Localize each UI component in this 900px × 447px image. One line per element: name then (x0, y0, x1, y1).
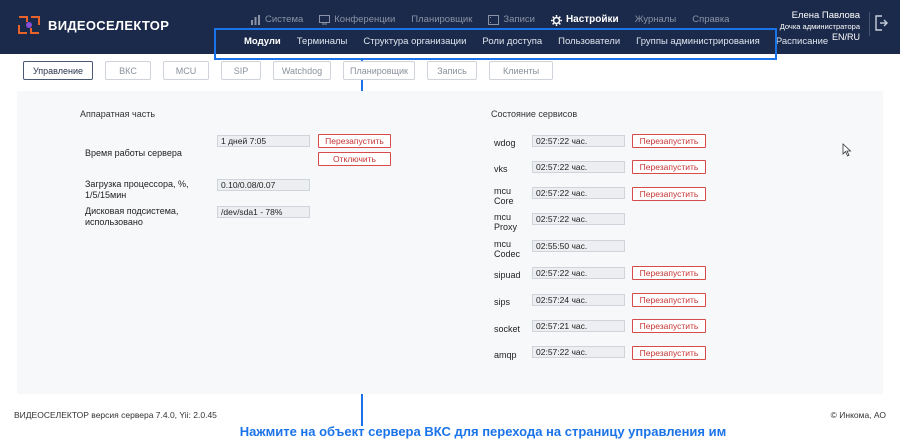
nav-item-label: Планировщик (411, 14, 473, 25)
nav-item-label: Система (265, 14, 304, 25)
service-restart-button[interactable]: Перезапустить (632, 134, 706, 148)
server-disable-button[interactable]: Отключить (318, 152, 391, 166)
service-restart-button[interactable]: Перезапустить (632, 160, 706, 174)
logo-mark-icon (16, 12, 42, 38)
hardware-section-title: Аппаратная часть (80, 109, 156, 119)
service-name: amqp (494, 350, 517, 360)
service-uptime: 02:57:22 час. (532, 161, 625, 173)
service-uptime: 02:57:21 час. (532, 320, 625, 332)
service-uptime: 02:57:22 час. (532, 213, 625, 225)
highlight-frame (214, 28, 777, 60)
logout-icon[interactable] (874, 14, 888, 32)
user-name[interactable]: Елена Павлова (780, 10, 860, 21)
divider (869, 12, 870, 36)
service-restart-button[interactable]: Перезапустить (632, 319, 706, 333)
logo[interactable]: ВИДЕОСЕЛЕКТОР (16, 12, 169, 38)
logo-text: ВИДЕОСЕЛЕКТОР (48, 17, 170, 33)
gear-icon (550, 14, 562, 26)
instruction-caption: Нажмите на объект сервера ВКС для перехо… (239, 424, 727, 439)
nav-item-journals[interactable]: Журналы (635, 14, 677, 25)
cpu-value: 0.10/0.08/0.07 (217, 179, 310, 191)
service-uptime: 02:57:22 час. (532, 267, 625, 279)
module-tabs: Управление ВКС MCU SIP Watchdog Планиров… (23, 61, 565, 80)
tab-recording[interactable]: Запись (427, 61, 477, 80)
footer-version: ВИДЕОСЕЛЕКТОР версия сервера 7.4.0, Yii:… (14, 410, 217, 420)
nav-item-records[interactable]: Записи (488, 14, 535, 25)
service-uptime: 02:55:50 час. (532, 240, 625, 252)
service-name: mcu Core (494, 186, 514, 206)
service-restart-button[interactable]: Перезапустить (632, 346, 706, 360)
nav-item-help[interactable]: Справка (692, 14, 729, 25)
nav-item-conferences[interactable]: Конференции (319, 14, 395, 25)
mouse-cursor-icon (842, 143, 852, 157)
monitor-icon (319, 14, 331, 25)
service-name: mcu Codec (494, 239, 521, 259)
subnav-item-schedule[interactable]: Расписание (776, 36, 828, 47)
uptime-label: Время работы сервера (85, 148, 182, 158)
nav-item-label: Настройки (565, 14, 619, 25)
service-uptime: 02:57:22 час. (532, 135, 625, 147)
nav-item-settings[interactable]: Настройки (550, 14, 619, 26)
service-name: sipuad (494, 270, 521, 280)
tab-mcu[interactable]: MCU (163, 61, 209, 80)
service-name: socket (494, 324, 521, 334)
user-role: Дочка администратора (779, 22, 860, 31)
nav-item-system[interactable]: Система (250, 14, 303, 25)
tab-sip[interactable]: SIP (221, 61, 261, 80)
nav-item-scheduler[interactable]: Планировщик (411, 14, 472, 25)
services-section-title: Состояние сервисов (491, 109, 578, 119)
nav-item-label: Конференции (334, 14, 396, 25)
server-restart-button[interactable]: Перезапустить (318, 134, 391, 148)
service-uptime: 02:57:22 час. (532, 346, 625, 358)
film-icon (488, 14, 500, 25)
disk-label: Дисковая подсистема, использовано (85, 206, 179, 227)
service-name: mcu Proxy (494, 212, 518, 232)
nav-item-label: Журналы (634, 14, 677, 25)
service-uptime: 02:57:22 час. (532, 187, 625, 199)
service-restart-button[interactable]: Перезапустить (632, 266, 706, 280)
uptime-value: 1 дней 7:05 (217, 135, 310, 147)
disk-value: /dev/sda1 - 78% (217, 206, 310, 218)
chart-icon (250, 14, 261, 25)
nav-item-label: Справка (692, 14, 730, 25)
service-name: wdog (494, 138, 516, 148)
tab-management[interactable]: Управление (23, 61, 93, 80)
service-restart-button[interactable]: Перезапустить (632, 187, 706, 201)
footer-copyright: © Инкома, АО (830, 410, 886, 420)
service-name: sips (494, 297, 511, 307)
tab-watchdog[interactable]: Watchdog (273, 61, 331, 80)
management-panel (17, 91, 883, 394)
nav-item-label: Записи (503, 14, 535, 25)
cpu-label: Загрузка процессора, %, 1/5/15мин (85, 179, 189, 200)
tab-scheduler[interactable]: Планировщик (343, 61, 415, 80)
service-restart-button[interactable]: Перезапустить (632, 293, 706, 307)
service-uptime: 02:57:24 час. (532, 294, 625, 306)
service-name: vks (494, 164, 508, 174)
tab-clients[interactable]: Клиенты (489, 61, 553, 80)
tab-vks[interactable]: ВКС (105, 61, 151, 80)
main-nav: Система Конференции Планировщик Записи Н… (250, 14, 745, 26)
